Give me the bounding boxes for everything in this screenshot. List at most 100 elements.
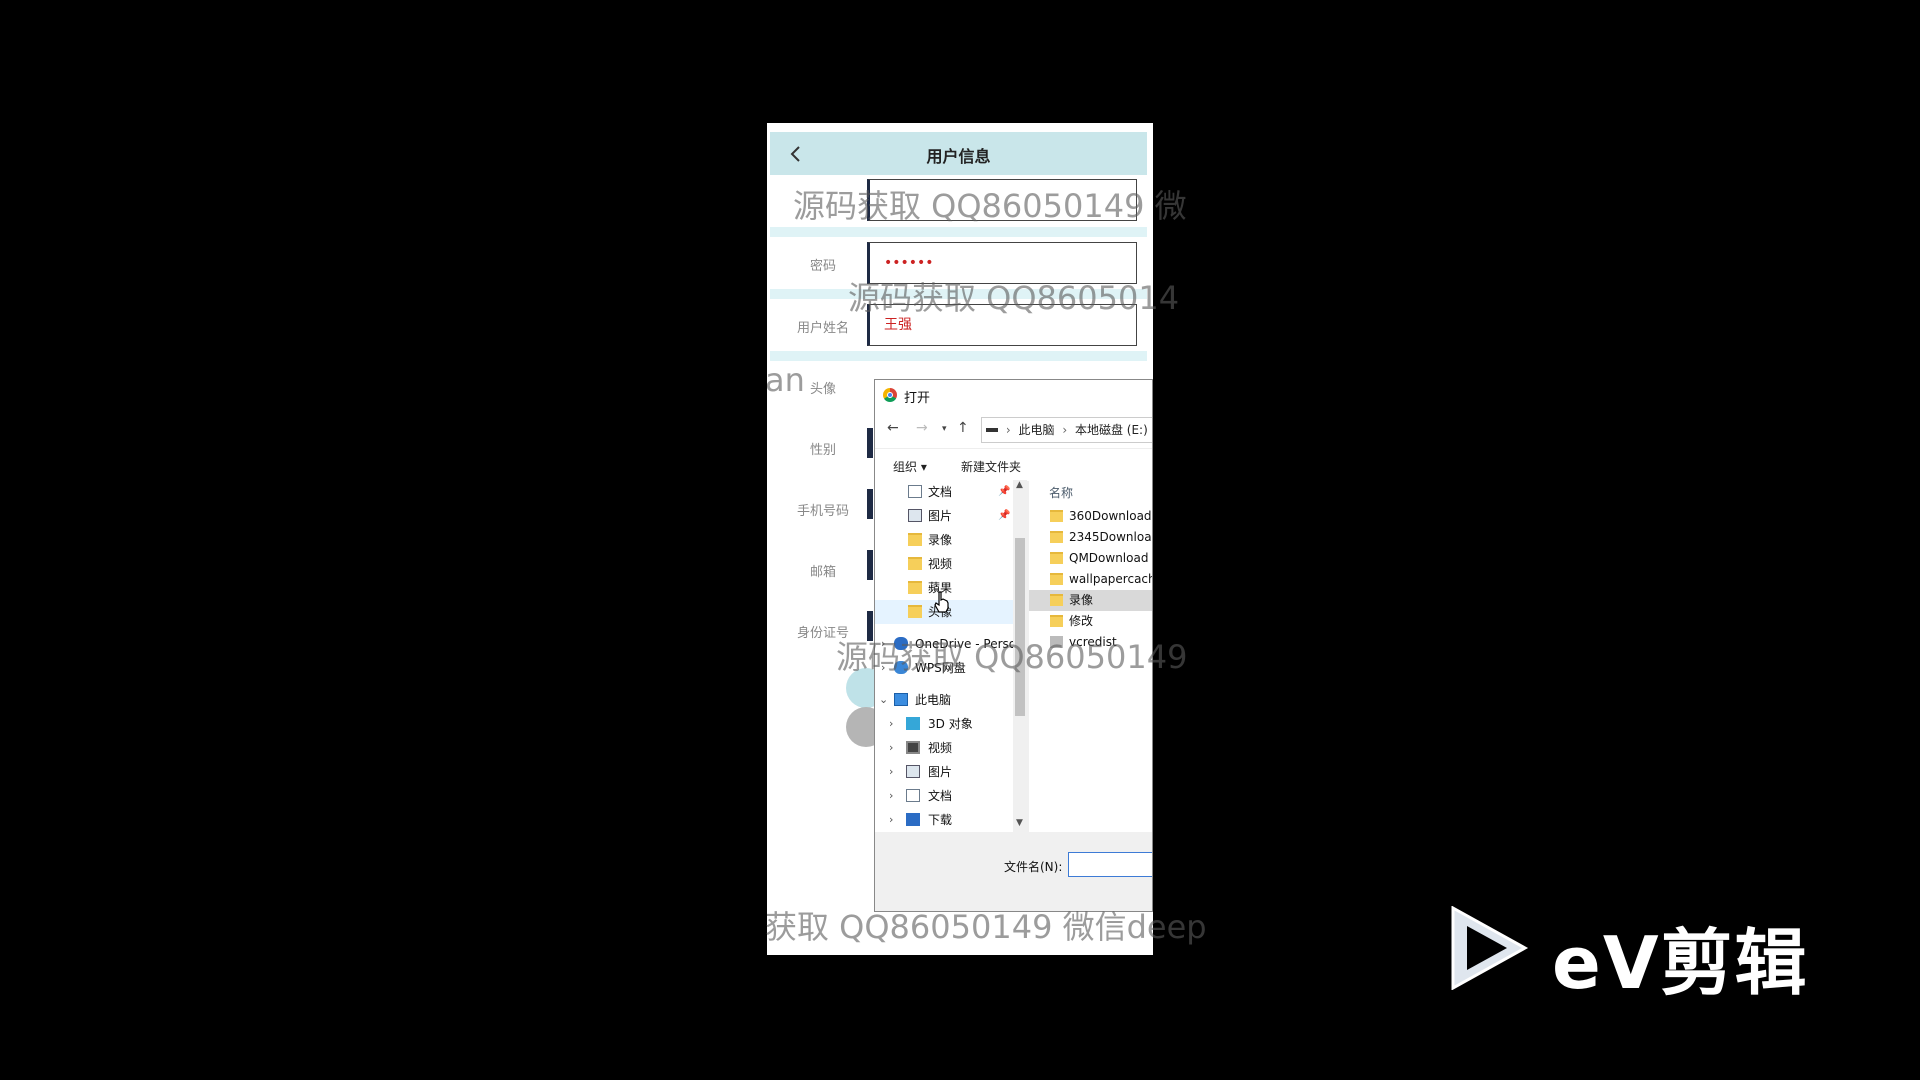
tree-item-this-pc[interactable]: ⌄ 此电脑 [875,688,1013,712]
tree-item-label: 视频 [928,557,953,571]
cube-icon [906,717,920,730]
folder-icon [1050,531,1063,543]
folder-icon [1050,552,1063,564]
watermark-text: 源码获取 QQ8605014 [848,279,1180,317]
gender-label: 性别 [809,443,836,458]
hand-cursor-icon [934,591,949,613]
filename-input[interactable] [1068,852,1152,877]
picture-icon [908,509,922,522]
drive-icon [986,428,998,432]
tree-item-label: 此电脑 [915,693,952,707]
folder-icon [908,581,922,594]
tree-item-downloads[interactable]: › 下载 [875,808,1013,832]
tree-item-pictures-pc[interactable]: › 图片 [875,760,1013,784]
folder-icon [908,605,922,618]
organize-button[interactable]: 组织 ▾ [893,458,927,475]
expand-chevron-icon[interactable]: › [889,808,893,832]
file-item[interactable]: QMDownload [1029,548,1152,569]
tree-item-label: 文档 [928,789,953,803]
recent-locations-chevron-icon[interactable]: ▾ [942,424,947,434]
dialog-titlebar: 打开 [875,380,1152,410]
file-name: 2345Downloads [1069,530,1152,544]
file-name: wallpapercache [1069,572,1152,586]
tree-item-documents[interactable]: 文档 📌 [875,480,1013,504]
watermark-text: 源码获取 QQ86050149 [836,638,1188,676]
phone-label: 手机号码 [796,504,849,519]
command-bar: 组织 ▾ 新建文件夹 [875,448,1152,481]
folder-icon [1050,510,1063,522]
scroll-up-icon[interactable]: ▲ [1016,480,1023,490]
tree-item-pictures[interactable]: 图片 📌 [875,504,1013,528]
file-name: QMDownload [1069,551,1149,565]
phone-input[interactable] [867,489,873,519]
tree-item-label: 图片 [928,765,953,779]
new-folder-button[interactable]: 新建文件夹 [961,458,1021,475]
folder-icon [908,557,922,570]
folder-icon [1050,615,1063,627]
breadcrumb-local-disk[interactable]: 本地磁盘 (E:) [1075,423,1148,437]
column-header-name[interactable]: 名称 [1049,484,1073,501]
video-icon [906,741,920,754]
folder-icon [908,533,922,546]
tree-item-label: 视频 [928,741,953,755]
collapse-chevron-icon[interactable]: ⌄ [879,688,888,712]
picture-icon [906,765,920,778]
file-item[interactable]: 修改 [1029,611,1152,632]
email-input[interactable] [867,550,873,580]
chrome-icon [883,388,897,402]
breadcrumb-separator: › [1062,423,1068,437]
scroll-down-icon[interactable]: ▼ [1016,818,1023,828]
page-title: 用户信息 [926,147,991,166]
watermark-text: an [765,361,805,399]
tree-item-videos[interactable]: 视频 [875,552,1013,576]
expand-chevron-icon[interactable]: › [889,736,893,760]
tree-item-label: 3D 对象 [928,717,973,731]
back-icon[interactable]: ← [887,420,899,436]
folder-icon [1050,594,1063,606]
row-divider [770,227,1147,237]
tree-item-3d-objects[interactable]: › 3D 对象 [875,712,1013,736]
file-item[interactable]: 2345Downloads [1029,527,1152,548]
password-label: 密码 [809,259,836,274]
breadcrumb-separator: › [1005,423,1011,437]
file-name: 360Downloads [1069,509,1153,523]
navigation-bar: ← → ▾ ↑ › 此电脑 › 本地磁盘 (E:) [875,410,1152,448]
breadcrumb-this-pc[interactable]: 此电脑 [1018,423,1054,437]
document-icon [908,485,922,498]
download-icon [906,813,920,826]
watermark-text: 获取 QQ86050149 微信deep [765,908,1207,946]
tree-item-label: 下载 [928,813,953,827]
filename-label: 文件名(N): [1004,860,1063,874]
ev-play-logo-icon [1451,906,1529,990]
watermark-text: 源码获取 QQ86050149 微 [793,187,1187,225]
file-item[interactable]: wallpapercache [1029,569,1152,590]
filename-row: 文件名(N): [875,832,1152,911]
gender-input[interactable] [867,428,873,458]
file-name: 修改 [1069,614,1094,628]
expand-chevron-icon[interactable]: › [889,712,893,736]
folder-icon [1050,573,1063,585]
pin-icon: 📌 [998,486,1011,497]
file-name: 录像 [1069,593,1094,607]
address-bar[interactable]: › 此电脑 › 本地磁盘 (E:) [981,417,1152,443]
up-icon[interactable]: ↑ [957,420,969,436]
computer-icon [894,693,908,706]
tree-item-recordings[interactable]: 录像 [875,528,1013,552]
expand-chevron-icon[interactable]: › [889,760,893,784]
forward-icon[interactable]: → [916,420,928,436]
dialog-title: 打开 [904,391,931,406]
row-divider [770,351,1147,361]
tree-item-label: 文档 [928,485,953,499]
tree-item-label: 图片 [928,509,953,523]
file-item[interactable]: 360Downloads [1029,506,1153,527]
tree-item-videos-pc[interactable]: › 视频 [875,736,1013,760]
scrollbar-thumb[interactable] [1015,538,1025,716]
header-bar: 用户信息 [770,132,1147,175]
tree-item-documents-pc[interactable]: › 文档 [875,784,1013,808]
brand-name: eV剪辑 [1552,921,1809,1005]
tree-item-label: 录像 [928,533,953,547]
file-item-selected[interactable]: 录像 [1029,590,1152,611]
email-label: 邮箱 [809,565,836,580]
expand-chevron-icon[interactable]: › [889,784,893,808]
pin-icon: 📌 [998,510,1011,521]
